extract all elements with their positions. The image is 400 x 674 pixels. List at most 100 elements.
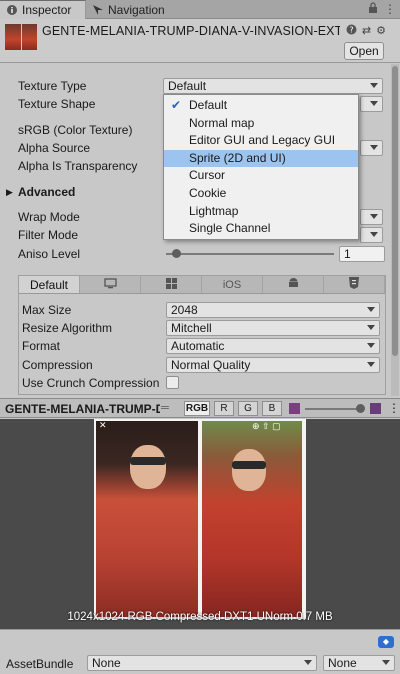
image-overlay-icons[interactable]: ⊕ ⇧ ▢ (252, 421, 281, 432)
texture-type-dropdown[interactable]: Default (163, 78, 383, 94)
preview-asset-name: GENTE-MELANIA-TRUMP-D (5, 402, 160, 416)
dropdown-arrow-icon (304, 660, 312, 665)
preset-icon[interactable]: ⇄ (362, 24, 371, 38)
popup-item-cookie[interactable]: Cookie (164, 185, 358, 203)
tag-icon[interactable]: ◆ (378, 636, 394, 648)
channel-g-button[interactable]: G (238, 401, 258, 416)
resize-algorithm-value: Mitchell (171, 321, 212, 335)
format-value: Automatic (171, 339, 225, 353)
preview-menu-icon[interactable]: ⋮ (388, 401, 400, 415)
svg-text:?: ? (349, 26, 353, 35)
popup-item-normal-map[interactable]: Normal map (164, 115, 358, 133)
resize-algorithm-label: Resize Algorithm (22, 321, 113, 335)
android-icon (288, 277, 299, 292)
checkmark-icon: ✔ (171, 98, 182, 112)
resize-algorithm-dropdown[interactable]: Mitchell (166, 320, 380, 336)
kebab-menu-icon[interactable]: ⋮ (384, 2, 396, 16)
foldout-arrow-icon[interactable]: ▶ (6, 187, 13, 198)
wrap-mode-label: Wrap Mode (18, 210, 80, 224)
aniso-slider-track[interactable] (166, 253, 334, 255)
dropdown-arrow-icon (370, 145, 378, 150)
texture-shape-dropdown[interactable] (360, 96, 383, 112)
html5-icon (349, 277, 359, 292)
wrap-mode-dropdown[interactable] (360, 209, 383, 225)
texture-type-label: Texture Type (18, 79, 87, 93)
tab-navigation-label: Navigation (108, 2, 165, 17)
texture-info-text: 1024x1024 RGB Compressed DXT1 UNorm 0.7 … (67, 611, 333, 623)
alpha-source-dropdown[interactable] (360, 140, 383, 156)
alpha-transparency-label: Alpha Is Transparency (18, 159, 138, 173)
crunch-compression-checkbox[interactable] (166, 376, 179, 389)
aniso-level-field[interactable]: 1 (339, 246, 385, 262)
asset-bundle-dropdown[interactable]: None (87, 655, 317, 671)
asset-bundle-variant-dropdown[interactable]: None (323, 655, 395, 671)
filter-mode-dropdown[interactable] (360, 227, 383, 243)
popup-item-default[interactable]: ✔ Default (164, 97, 358, 115)
texture-type-value: Default (168, 79, 207, 93)
popup-item-sprite[interactable]: Sprite (2D and UI) (164, 149, 358, 168)
aniso-level-label: Aniso Level (18, 247, 81, 261)
tab-inspector-label: Inspector (22, 3, 72, 17)
filter-mode-label: Filter Mode (18, 228, 79, 242)
mip-slider-knob[interactable] (356, 404, 365, 413)
preview-toolbar: GENTE-MELANIA-TRUMP-D ═ RGB R G B ⋮ (0, 398, 400, 418)
alpha-source-label: Alpha Source (18, 141, 91, 155)
tab-navigation[interactable]: Navigation (86, 0, 196, 19)
popup-item-cursor[interactable]: Cursor (164, 167, 358, 185)
info-icon (6, 4, 18, 16)
asset-bundle-value: None (92, 656, 121, 670)
lock-icon[interactable] (368, 2, 378, 16)
srgb-label: sRGB (Color Texture) (18, 123, 133, 137)
photo-left (96, 421, 198, 617)
window-tab-bar: Inspector Navigation ⋮ (0, 0, 400, 19)
platform-tab-windows[interactable] (141, 276, 202, 293)
channel-r-button[interactable]: R (214, 401, 234, 416)
platform-tab-standalone[interactable] (80, 276, 141, 293)
inspector-scrollbar[interactable] (391, 64, 399, 396)
compression-value: Normal Quality (171, 358, 251, 372)
popup-item-editor-gui[interactable]: Editor GUI and Legacy GUI (164, 132, 358, 150)
aniso-slider-knob[interactable] (172, 249, 181, 258)
compression-dropdown[interactable]: Normal Quality (166, 357, 380, 373)
asset-header: GENTE-MELANIA-TRUMP-DIANA-V-INVASION-EXT… (0, 19, 400, 63)
dropdown-arrow-icon (367, 362, 375, 367)
asset-bundle-variant-value: None (328, 656, 357, 670)
platform-tab-ios[interactable]: iOS (202, 276, 263, 293)
mip-slider-track[interactable] (305, 408, 363, 410)
dropdown-arrow-icon (370, 101, 378, 106)
max-size-value: 2048 (171, 303, 198, 317)
monitor-icon (103, 277, 117, 292)
crunch-compression-label: Use Crunch Compression (22, 376, 160, 390)
dropdown-arrow-icon (370, 214, 378, 219)
alpha-channel-icon[interactable] (289, 403, 300, 414)
channel-rgb-button[interactable]: RGB (184, 401, 210, 416)
format-dropdown[interactable]: Automatic (166, 338, 380, 354)
dropdown-arrow-icon (382, 660, 390, 665)
popup-item-lightmap[interactable]: Lightmap (164, 203, 358, 221)
open-button[interactable]: Open (344, 42, 384, 60)
platform-tab-webgl[interactable] (324, 276, 385, 293)
photo-right (202, 421, 302, 617)
compression-label: Compression (22, 358, 93, 372)
settings-gear-icon[interactable]: ⚙ (376, 24, 386, 38)
asset-title: GENTE-MELANIA-TRUMP-DIANA-V-INVASION-EXT… (42, 24, 340, 38)
channel-b-button[interactable]: B (262, 401, 282, 416)
scrollbar-thumb[interactable] (392, 66, 398, 356)
platform-tab-android[interactable] (263, 276, 324, 293)
dropdown-arrow-icon (367, 343, 375, 348)
drag-handle-icon[interactable]: ═ (161, 402, 169, 414)
max-size-label: Max Size (22, 303, 72, 317)
close-icon[interactable]: ✕ (99, 420, 107, 431)
help-icon[interactable]: ? (346, 24, 357, 38)
dropdown-arrow-icon (367, 307, 375, 312)
advanced-foldout[interactable]: Advanced (18, 185, 75, 199)
texture-preview: ✕ ⊕ ⇧ ▢ (0, 419, 400, 629)
max-size-dropdown[interactable]: 2048 (166, 302, 380, 318)
popup-item-single-channel[interactable]: Single Channel (164, 220, 358, 238)
texture-image: ✕ ⊕ ⇧ ▢ (94, 419, 306, 619)
windows-icon (165, 277, 177, 292)
dropdown-arrow-icon (367, 325, 375, 330)
tab-inspector[interactable]: Inspector (0, 0, 86, 19)
mip-level-icon[interactable] (370, 403, 381, 414)
platform-tab-default[interactable]: Default (19, 276, 80, 293)
